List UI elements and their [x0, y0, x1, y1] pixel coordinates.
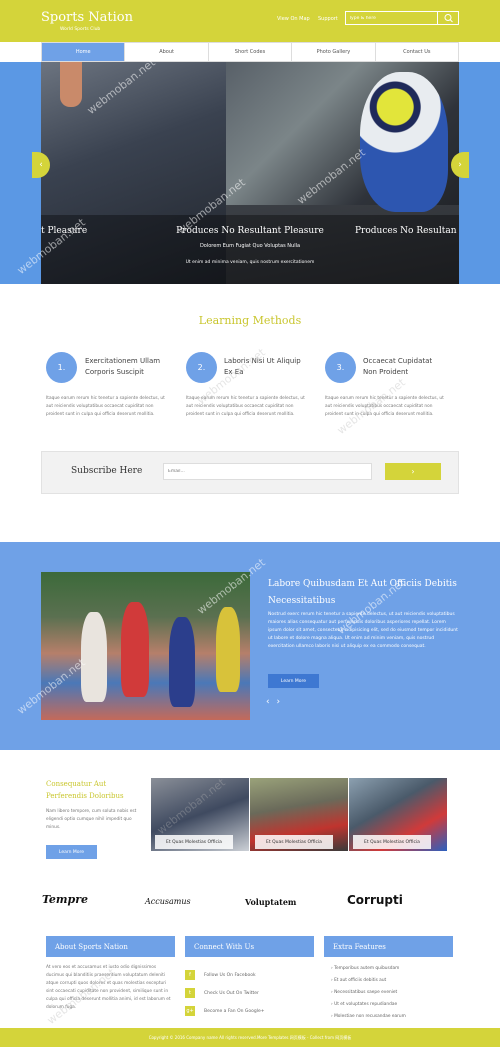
method-number: 3.: [325, 352, 356, 383]
feature-learn-more-button[interactable]: Learn More: [268, 674, 319, 688]
search-button[interactable]: [437, 12, 459, 24]
chevron-left-icon: ‹: [39, 160, 43, 170]
search-box: [345, 11, 459, 25]
brand-logo: Corrupti: [347, 893, 403, 907]
footer-connect-heading: Connect With Us: [185, 936, 314, 957]
method-number: 1.: [46, 352, 77, 383]
main-nav: Home About Short Codes Photo Gallery Con…: [41, 42, 459, 62]
chevron-right-icon: ›: [458, 160, 462, 170]
extra-feature-item[interactable]: › Ut et voluptates repudiandae: [331, 1002, 397, 1007]
gallery-thumb-caption: Et Quas Molestias Officia: [353, 835, 431, 849]
nav-short-codes[interactable]: Short Codes: [209, 43, 293, 61]
search-input[interactable]: [349, 14, 435, 23]
method-number: 2.: [186, 352, 217, 383]
google-plus-link-label: Become a Fan On Google+: [204, 1008, 265, 1014]
hero-description: Ut enim ad minima veniam, quis nostrum e…: [185, 260, 315, 265]
athlete-arm-shape: [60, 62, 82, 107]
method-text: Itaque earum rerum hic tenetur a sapient…: [186, 396, 305, 417]
feature-slider-arrows[interactable]: ‹ ›: [266, 697, 282, 707]
chevron-right-icon: ›: [411, 467, 415, 476]
footer-about-text: At vero eos et accusamus et iusto odio d…: [46, 965, 171, 1010]
view-on-map-link[interactable]: View On Map: [277, 16, 310, 22]
extra-feature-item[interactable]: › Et aut officiis debitis aut: [331, 978, 386, 983]
nav-home[interactable]: Home: [42, 43, 126, 61]
method-title: Exercitationem Ullam Corporis Suscipit: [85, 357, 161, 376]
subscribe-label: Subscribe Here: [71, 466, 143, 476]
google-plus-icon: g+: [185, 1006, 195, 1016]
runner-shape: [81, 612, 107, 702]
feature-title: Labore Quibusdam Et Aut Officiis Debitis…: [268, 579, 457, 606]
support-link[interactable]: Support: [318, 16, 338, 22]
method-text: Itaque earum rerum hic tenetur a sapient…: [46, 396, 165, 417]
hero-subtitle: Dolorem Eum Fugiat Quo Voluptas Nulla: [199, 243, 301, 249]
footer-extra-heading: Extra Features: [324, 936, 453, 957]
extra-feature-item[interactable]: › Necessitatibus saepe eveniet: [331, 990, 397, 995]
site-logo[interactable]: Sports Nation: [41, 10, 133, 25]
site-tagline: World Sports Club: [60, 27, 101, 32]
twitter-link-label: Check Us Out On Twitter: [204, 990, 259, 996]
promo-learn-more-button[interactable]: Learn More: [46, 845, 97, 859]
promo-text: Nam libero tempore, cum soluta nobis est…: [46, 809, 137, 830]
gallery-thumb-caption: Et Quas Molestias Officia: [155, 835, 233, 849]
brand-logo: Accusamus: [145, 897, 191, 906]
facebook-link[interactable]: f Follow Us On Facebook: [185, 969, 314, 981]
runner-shape: [121, 602, 149, 697]
footer-copyright: Copyright © 2016 Company name All rights…: [0, 1028, 500, 1047]
promo-title: Consequatur Aut Perferendis Doloribus: [46, 780, 124, 800]
nav-contact[interactable]: Contact Us: [376, 43, 458, 61]
method-title: Occaecat Cupidatat Non Proident: [363, 357, 433, 376]
feature-image-runners: [41, 572, 250, 720]
hero-title-next: Produces No Resultan: [355, 226, 457, 236]
brand-logo: Tempre: [42, 893, 89, 906]
subscribe-button[interactable]: ›: [385, 463, 441, 480]
nav-photo-gallery[interactable]: Photo Gallery: [292, 43, 376, 61]
nav-about[interactable]: About: [125, 43, 209, 61]
google-plus-link[interactable]: g+ Become a Fan On Google+: [185, 1005, 314, 1017]
runner-shape: [216, 607, 240, 692]
extra-feature-item[interactable]: › Molestiae non recusandae earum: [331, 1014, 406, 1019]
method-title: Laboris Nisi Ut Aliquip Ex Ea: [224, 357, 301, 376]
facebook-link-label: Follow Us On Facebook: [204, 972, 256, 978]
gallery-thumb-caption: Et Quas Molestias Officia: [255, 835, 333, 849]
extra-feature-item[interactable]: › Temporibus autem quibusdam: [331, 966, 399, 971]
search-icon: [444, 14, 453, 23]
runner-shape: [169, 617, 195, 707]
motorbike-rider-shape: [360, 72, 448, 212]
feature-text: Nostrud exerc rerum hic tenetur a sapien…: [268, 612, 458, 649]
method-text: Itaque earum rerum hic tenetur a sapient…: [325, 396, 444, 417]
methods-heading: Learning Methods: [198, 314, 302, 327]
footer-about-heading: About Sports Nation: [46, 936, 175, 957]
facebook-icon: f: [185, 970, 195, 980]
subscribe-email-input[interactable]: [163, 463, 372, 480]
brand-logo: Voluptatem: [245, 897, 297, 907]
twitter-link[interactable]: t Check Us Out On Twitter: [185, 987, 314, 999]
twitter-icon: t: [185, 988, 195, 998]
